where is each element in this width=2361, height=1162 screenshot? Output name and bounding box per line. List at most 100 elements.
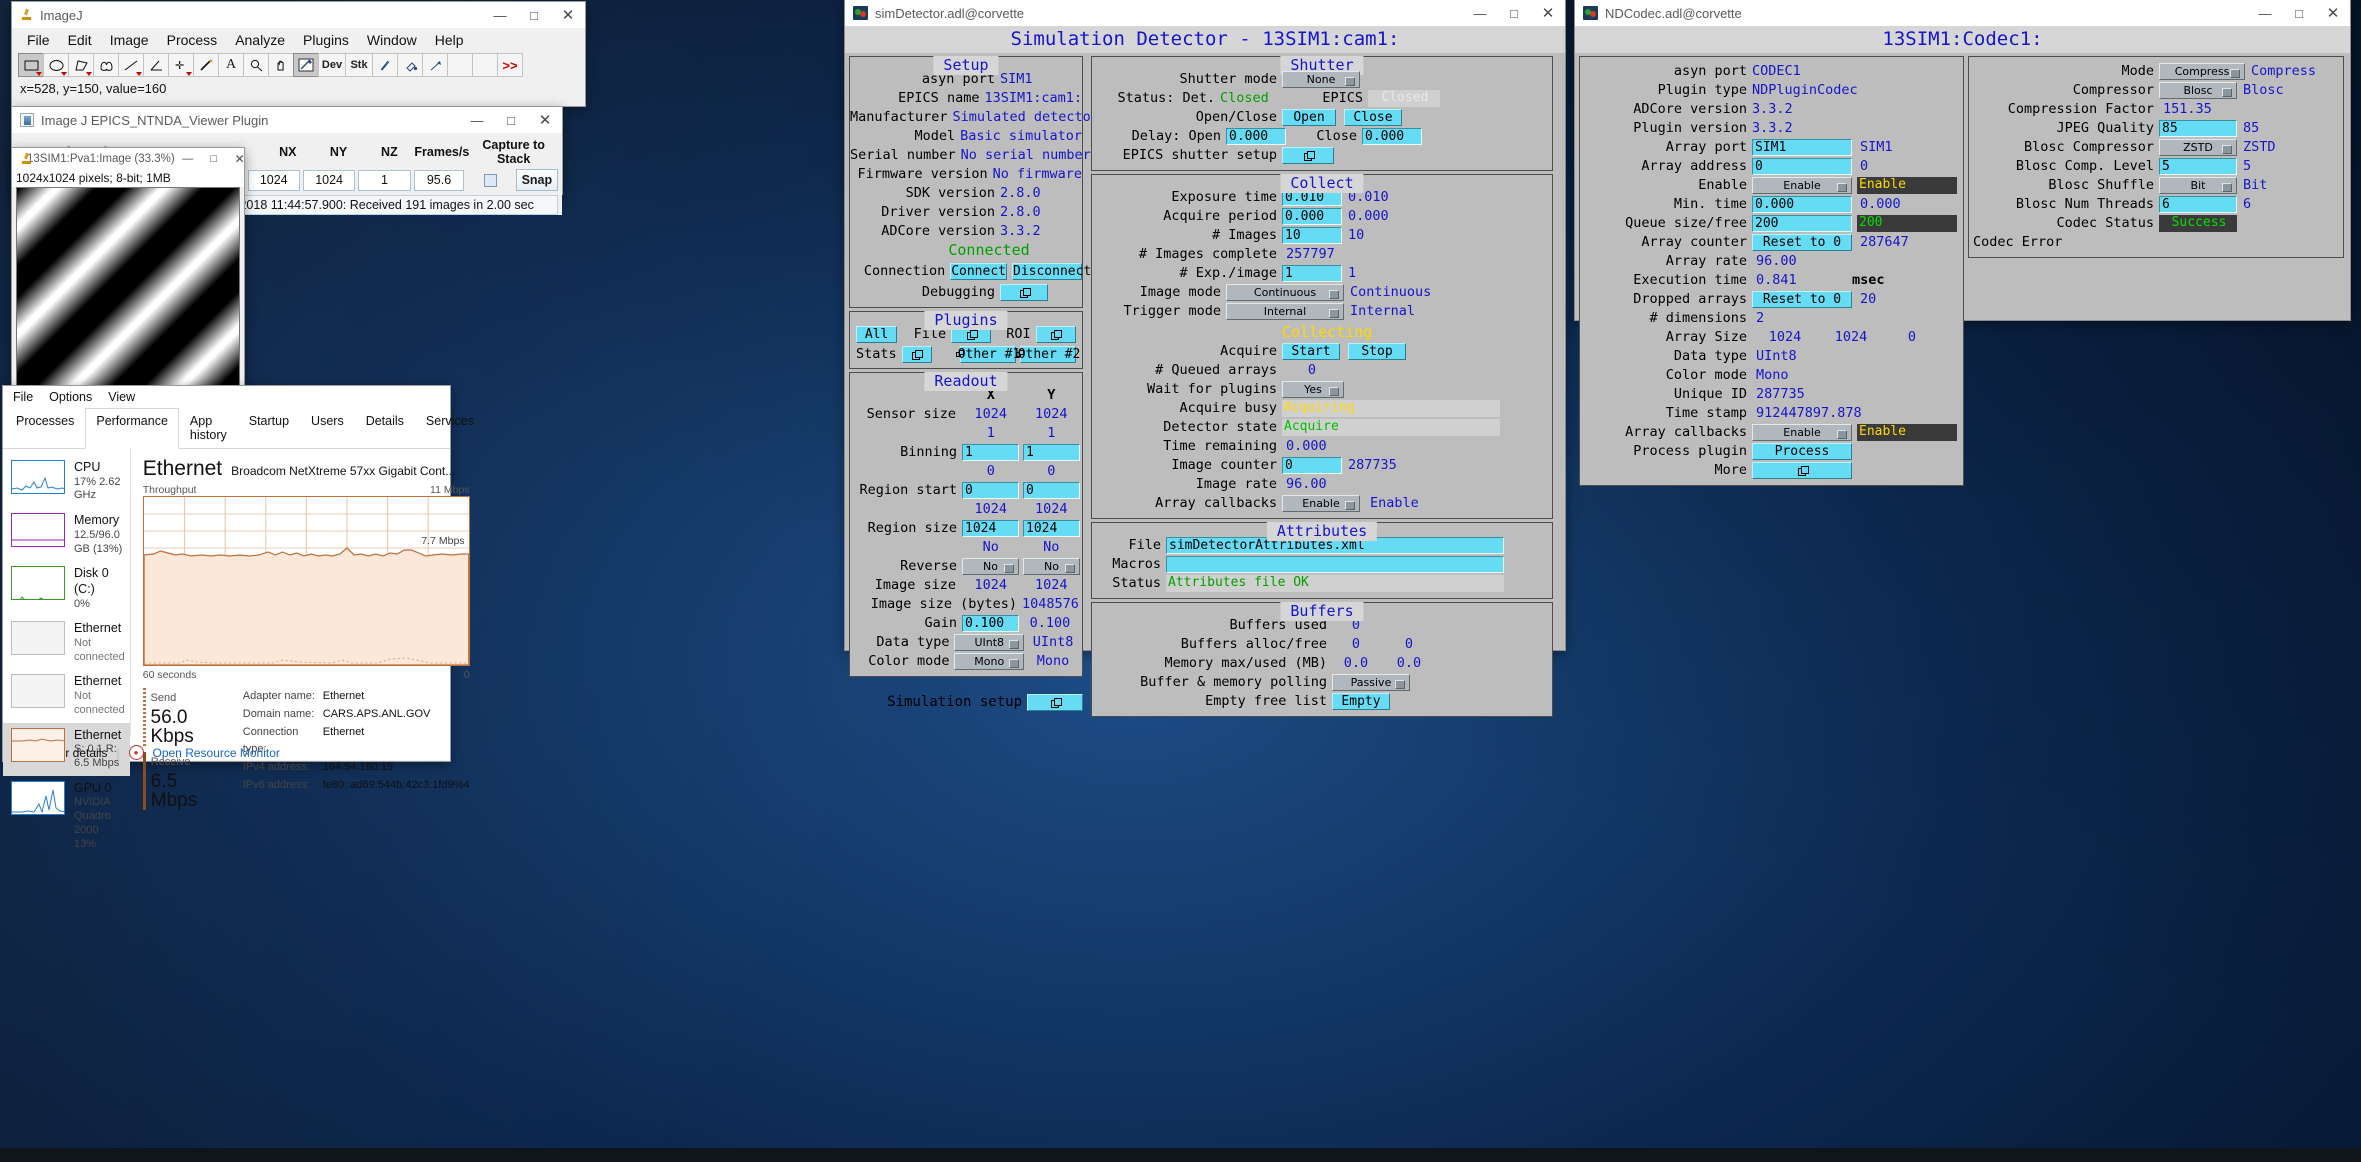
num-images-input[interactable]: 10: [1282, 227, 1342, 244]
acquire-period-input[interactable]: 0.000: [1282, 208, 1342, 225]
buffer-polling-menu[interactable]: Passive: [1332, 674, 1410, 691]
region-start-y-input[interactable]: 0: [1023, 482, 1080, 499]
minimize-button[interactable]: —: [175, 148, 201, 170]
menu-options[interactable]: Options: [49, 390, 92, 404]
close-button[interactable]: ✕: [2316, 0, 2350, 26]
resource-item-memory[interactable]: Memory 12.5/96.0 GB (13%): [3, 508, 130, 561]
region-size-x-input[interactable]: 1024: [962, 520, 1019, 537]
close-button[interactable]: ✕: [551, 2, 585, 28]
disconnect-button[interactable]: Disconnect: [1012, 263, 1091, 280]
tab-users[interactable]: Users: [300, 408, 355, 448]
imagej-toolbar[interactable]: ✛ A Dev Stk >>: [12, 53, 585, 79]
codec-array-address-input[interactable]: 0: [1752, 158, 1852, 175]
ndcodec-window-controls[interactable]: — □ ✕: [2248, 0, 2350, 26]
blosc-shuffle-menu[interactable]: Bit: [2159, 177, 2237, 194]
other2-plugin-button[interactable]: Other #2: [1015, 346, 1080, 363]
codec-array-counter-reset-button[interactable]: Reset to 0: [1752, 234, 1852, 251]
resource-item-disk[interactable]: Disk 0 (C:) 0%: [3, 561, 130, 616]
image-canvas[interactable]: [16, 187, 240, 399]
reverse-y-menu[interactable]: No: [1023, 558, 1080, 575]
minimize-button[interactable]: —: [1463, 0, 1497, 26]
codec-process-button[interactable]: Process: [1752, 443, 1852, 460]
blank-tool-1[interactable]: [447, 53, 473, 77]
color-mode-menu[interactable]: Mono: [954, 653, 1025, 670]
oval-tool-icon[interactable]: [43, 53, 69, 77]
tab-services[interactable]: Services: [415, 408, 485, 448]
all-plugins-button[interactable]: All: [856, 326, 898, 343]
region-size-y-input[interactable]: 1024: [1023, 520, 1080, 537]
menu-image[interactable]: Image: [101, 30, 158, 50]
empty-free-list-button[interactable]: Empty: [1332, 693, 1390, 710]
menu-help[interactable]: Help: [426, 30, 473, 50]
open-resource-monitor-link[interactable]: Open Resource Monitor: [153, 746, 280, 760]
more-tools-icon[interactable]: >>: [497, 53, 523, 77]
binning-y-input[interactable]: 1: [1023, 444, 1080, 461]
maximize-button[interactable]: □: [517, 2, 551, 28]
debugging-related-display-button[interactable]: [1000, 284, 1048, 301]
maximize-button[interactable]: □: [2282, 0, 2316, 26]
minimize-button[interactable]: —: [483, 2, 517, 28]
trigger-mode-menu[interactable]: Internal: [1226, 303, 1344, 320]
minimize-button[interactable]: —: [2248, 0, 2282, 26]
hand-tool-icon[interactable]: [268, 53, 294, 77]
blosc-compressor-menu[interactable]: ZSTD: [2159, 139, 2237, 156]
dropper-tool-icon[interactable]: [293, 53, 319, 77]
close-button[interactable]: ✕: [528, 107, 562, 133]
tab-details[interactable]: Details: [355, 408, 415, 448]
stats-plugin-button[interactable]: [901, 346, 932, 363]
ntnda-window-controls[interactable]: — □ ✕: [460, 107, 562, 133]
simdetector-titlebar[interactable]: simDetector.adl@corvette — □ ✕: [845, 0, 1565, 26]
arrow-tool-icon[interactable]: [422, 53, 448, 77]
line-tool-icon[interactable]: [118, 53, 144, 77]
minimize-button[interactable]: —: [460, 107, 494, 133]
jpeg-quality-input[interactable]: 85: [2159, 120, 2237, 137]
delay-close-input[interactable]: 0.000: [1362, 128, 1422, 145]
menu-file[interactable]: File: [13, 390, 33, 404]
paint-bucket-tool-icon[interactable]: [397, 53, 423, 77]
wait-for-plugins-menu[interactable]: Yes: [1282, 381, 1344, 398]
menu-edit[interactable]: Edit: [59, 30, 101, 50]
codec-mintime-input[interactable]: 0.000: [1752, 196, 1852, 213]
other1-plugin-button[interactable]: Other #1: [955, 346, 1020, 363]
tab-performance[interactable]: Performance: [85, 408, 179, 449]
menu-plugins[interactable]: Plugins: [294, 30, 358, 50]
angle-tool-icon[interactable]: [143, 53, 169, 77]
binning-x-input[interactable]: 1: [962, 444, 1019, 461]
shutter-close-button[interactable]: Close: [1344, 109, 1402, 126]
reverse-x-menu[interactable]: No: [962, 558, 1019, 575]
attr-macros-input[interactable]: [1166, 556, 1504, 573]
resource-item-ethernet-2[interactable]: Ethernet Not connected: [3, 669, 130, 722]
capture-to-stack-checkbox[interactable]: [483, 173, 497, 187]
maximize-button[interactable]: □: [1497, 0, 1531, 26]
array-callbacks-menu[interactable]: Enable: [1282, 495, 1360, 512]
codec-callbacks-menu[interactable]: Enable: [1752, 424, 1852, 441]
polygon-tool-icon[interactable]: [68, 53, 94, 77]
text-tool-icon[interactable]: A: [218, 53, 244, 77]
menu-process[interactable]: Process: [158, 30, 227, 50]
resource-item-gpu[interactable]: GPU 0 NVIDIA Quadro 2000 13%: [3, 776, 130, 857]
connect-button[interactable]: Connect: [950, 263, 1007, 280]
point-tool-icon[interactable]: ✛: [168, 53, 194, 77]
close-button[interactable]: ✕: [1531, 0, 1565, 26]
resource-list[interactable]: CPU 17% 2.62 GHz Memory 12.5/96.0 GB (13…: [3, 449, 131, 850]
tab-startup[interactable]: Startup: [238, 408, 300, 448]
freehand-tool-icon[interactable]: [93, 53, 119, 77]
shutter-mode-menu[interactable]: None: [1282, 71, 1360, 88]
codec-enable-menu[interactable]: Enable: [1752, 177, 1852, 194]
shutter-open-button[interactable]: Open: [1282, 109, 1336, 126]
simdetector-window-controls[interactable]: — □ ✕: [1463, 0, 1565, 26]
tab-processes[interactable]: Processes: [5, 408, 85, 448]
codec-dropped-reset-button[interactable]: Reset to 0: [1752, 291, 1852, 308]
dev-tool-icon[interactable]: Dev: [318, 53, 346, 77]
resource-item-ethernet-1[interactable]: Ethernet Not connected: [3, 616, 130, 669]
blosc-level-input[interactable]: 5: [2159, 158, 2237, 175]
blank-tool-2[interactable]: [472, 53, 498, 77]
roi-plugin-button[interactable]: [1035, 326, 1076, 343]
image-counter-input[interactable]: 0: [1282, 457, 1342, 474]
exp-per-image-input[interactable]: 1: [1282, 265, 1342, 282]
menu-view[interactable]: View: [108, 390, 135, 404]
magnifier-tool-icon[interactable]: [243, 53, 269, 77]
brush-tool-icon[interactable]: [372, 53, 398, 77]
region-start-x-input[interactable]: 0: [962, 482, 1019, 499]
menu-file[interactable]: File: [18, 30, 59, 50]
